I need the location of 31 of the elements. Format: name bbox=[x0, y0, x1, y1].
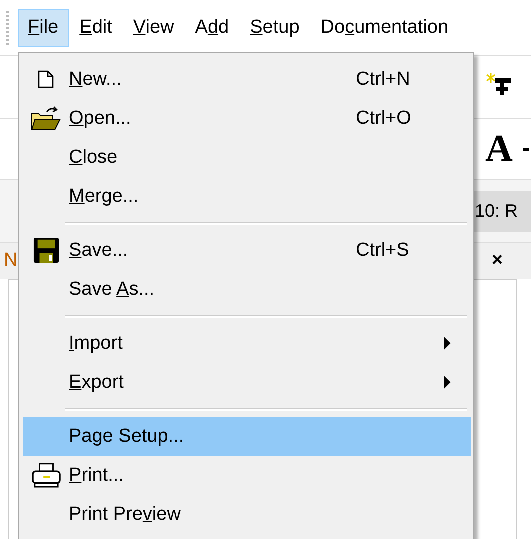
dropdown-icon[interactable] bbox=[523, 148, 529, 150]
menu-item[interactable]: Print Preview bbox=[23, 495, 471, 534]
toolbar-gripper[interactable] bbox=[6, 10, 9, 44]
menu-item[interactable]: Merge... bbox=[23, 177, 471, 216]
menu-bar-item[interactable]: Edit bbox=[70, 8, 122, 46]
toolbar-tab[interactable]: 10: R bbox=[471, 190, 531, 232]
open-folder-icon bbox=[31, 106, 61, 132]
close-button[interactable]: × bbox=[488, 250, 507, 272]
menu-item[interactable]: Save As... bbox=[23, 270, 471, 309]
font-tool-glyph[interactable]: A bbox=[486, 127, 513, 171]
menu-bar-item[interactable]: File bbox=[18, 8, 69, 46]
shortcut-text: Ctrl+N bbox=[356, 68, 410, 90]
menu-bar-item[interactable]: Setup bbox=[240, 8, 310, 46]
menu-item[interactable]: Page Setup... bbox=[23, 417, 471, 456]
menu-bar-item[interactable]: Add bbox=[185, 8, 240, 46]
new-document-icon bbox=[38, 70, 54, 89]
shortcut-text: Ctrl+S bbox=[356, 240, 410, 262]
menu-item[interactable]: Export bbox=[23, 363, 471, 402]
menu-bar-item[interactable]: Documentation bbox=[310, 8, 459, 46]
menu-item[interactable]: Open... Ctrl+O bbox=[23, 99, 471, 138]
submenu-arrow-icon bbox=[444, 337, 451, 350]
printer-icon bbox=[30, 462, 62, 489]
menu-item[interactable]: Close bbox=[23, 138, 471, 177]
menu-bar-item[interactable]: View bbox=[123, 8, 184, 46]
panel-title: N bbox=[4, 250, 18, 272]
shortcut-text: Ctrl+O bbox=[356, 108, 412, 130]
menu-item[interactable]: Import bbox=[23, 324, 471, 363]
submenu-arrow-icon bbox=[444, 376, 451, 389]
menu-item[interactable]: Save... Ctrl+S bbox=[23, 231, 471, 270]
menu-item[interactable]: Print... bbox=[23, 456, 471, 495]
menu-item[interactable]: New... Ctrl+N bbox=[23, 60, 471, 99]
